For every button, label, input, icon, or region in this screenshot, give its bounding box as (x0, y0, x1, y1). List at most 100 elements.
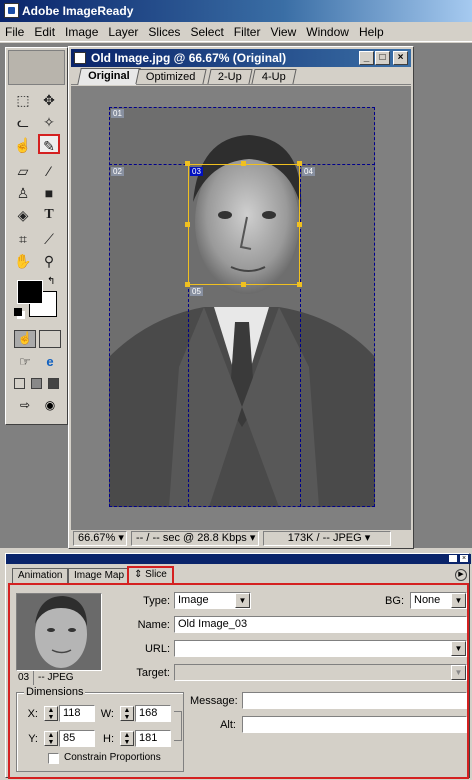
download-time-dropdown[interactable]: -- / -- sec @ 28.8 Kbps ▾ (131, 531, 259, 546)
constrain-proportions-checkbox[interactable] (48, 753, 59, 764)
bg-dropdown[interactable]: None ▼ (410, 592, 467, 609)
canvas-area: 01 02 03 04 05 (71, 86, 411, 530)
menu-slices[interactable]: Slices (143, 22, 185, 42)
rectangle-icon[interactable]: ■ (38, 183, 60, 203)
slice-handle[interactable] (297, 161, 302, 166)
paintbrush-icon[interactable]: ⁄ (38, 161, 60, 181)
palette-minimize-icon[interactable] (449, 555, 457, 562)
hand-icon[interactable]: ✋ (12, 251, 34, 271)
type-dropdown[interactable]: Image ▼ (174, 592, 251, 609)
y-stepper[interactable]: ▲ ▼ (44, 731, 58, 746)
target-field[interactable]: ▼ (174, 664, 467, 681)
menu-layer[interactable]: Layer (103, 22, 143, 42)
eraser-icon[interactable]: ▱ (12, 161, 34, 181)
x-stepper[interactable]: ▲ ▼ (44, 706, 58, 721)
menu-window[interactable]: Window (301, 22, 354, 42)
url-label: URL: (144, 643, 170, 655)
document-title: Old Image.jpg @ 66.67% (Original) (91, 51, 287, 65)
imageready-logo-icon (4, 3, 19, 18)
alt-field[interactable] (242, 716, 467, 733)
stamp-icon[interactable]: ♙ (12, 183, 34, 203)
h-stepper[interactable]: ▲ ▼ (120, 731, 134, 746)
toolbox: ⬚ ✥ ᓚ ✧ ☝ ✎ ▱ ⁄ ♙ ■ ◈ T ⌗ ⟋ ✋ ⚲ ↰ ☝ ☞ e … (5, 47, 68, 425)
close-button[interactable]: × (393, 51, 408, 65)
zoom-level-dropdown[interactable]: 66.67% ▾ (73, 531, 127, 546)
menu-file[interactable]: File (0, 22, 29, 42)
slice-panel: 03 -- JPEG Type: Image ▼ BG: None ▼ Name: … (8, 583, 469, 779)
photo-canvas[interactable]: 01 02 03 04 05 (109, 107, 375, 507)
screen-mode-full-menu-icon[interactable] (31, 378, 42, 389)
slice-label-01: 01 (111, 109, 124, 118)
palette-close-icon[interactable]: × (460, 555, 468, 562)
standard-mode-icon[interactable]: ☝ (14, 330, 36, 348)
selected-slice[interactable] (188, 164, 300, 285)
menu-edit[interactable]: Edit (29, 22, 60, 42)
slice-handle[interactable] (297, 222, 302, 227)
crop-icon[interactable]: ⌗ (12, 229, 34, 249)
quick-mode-icon[interactable] (39, 330, 61, 348)
menu-filter[interactable]: Filter (229, 22, 266, 42)
link-proportions-icon (174, 711, 182, 741)
slice-label-02: 02 (111, 167, 124, 176)
default-colors-icon[interactable] (14, 308, 22, 316)
tab-image-map[interactable]: Image Map (68, 568, 131, 584)
slice-handle[interactable] (241, 282, 246, 287)
w-stepper[interactable]: ▲ ▼ (120, 706, 134, 721)
message-field[interactable] (242, 692, 467, 709)
foreground-color-swatch[interactable] (17, 280, 43, 304)
slice-handle[interactable] (185, 222, 190, 227)
tab-optimized[interactable]: Optimized (135, 69, 207, 84)
magic-wand-icon[interactable]: ✧ (38, 112, 60, 132)
w-field[interactable]: 168 (135, 705, 171, 722)
tab-2-up[interactable]: 2-Up (207, 69, 253, 84)
chevron-down-icon: ▼ (451, 665, 466, 680)
minimize-button[interactable]: _ (359, 51, 374, 65)
tab-slice[interactable]: ⇕ Slice (127, 566, 174, 584)
menu-view[interactable]: View (265, 22, 301, 42)
slice-icon[interactable]: ✎ (38, 134, 60, 154)
maximize-button[interactable]: □ (375, 51, 390, 65)
slice-select-icon[interactable]: ☝ (12, 135, 34, 155)
move-icon[interactable]: ✥ (38, 90, 60, 110)
name-field[interactable]: Old Image_03 (174, 616, 467, 633)
w-label: W: (100, 708, 114, 720)
tab-4-up[interactable]: 4-Up (251, 69, 297, 84)
paint-bucket-icon[interactable]: ◈ (12, 205, 34, 225)
toggle-slices-icon[interactable]: ◉ (39, 398, 61, 416)
image-map-select-icon[interactable]: ☞ (14, 354, 36, 372)
url-field[interactable]: ▼ (174, 640, 467, 657)
y-field[interactable]: 85 (59, 730, 95, 747)
target-label: Target: (136, 667, 170, 679)
type-icon[interactable]: T (38, 205, 60, 225)
swap-colors-icon[interactable]: ↰ (47, 276, 55, 287)
lasso-icon[interactable]: ᓚ (12, 112, 34, 132)
tab-animation[interactable]: Animation (12, 568, 69, 584)
zoom-icon[interactable]: ⚲ (38, 251, 60, 271)
screen-mode-full-icon[interactable] (48, 378, 59, 389)
menu-image[interactable]: Image (60, 22, 103, 42)
h-label: H: (103, 733, 114, 745)
tab-original[interactable]: Original (77, 68, 141, 85)
preview-in-browser-icon[interactable]: e (39, 354, 61, 372)
slice-label-05: 05 (190, 287, 203, 296)
y-label: Y: (28, 733, 38, 745)
palette-menu-icon[interactable]: ▶ (455, 569, 467, 581)
eyedropper-icon[interactable]: ⟋ (38, 229, 60, 249)
slice-label-03: 03 (190, 167, 203, 176)
screen-mode-standard-icon[interactable] (14, 378, 25, 389)
file-size-dropdown[interactable]: 173K / -- JPEG ▾ (263, 531, 391, 546)
slice-thumbnail-image (17, 594, 101, 670)
menu-select[interactable]: Select (185, 22, 228, 42)
slice-palette: × Animation Image Map ⇕ Slice ▶ 03 -- JP… (5, 553, 471, 779)
chevron-down-icon: ▼ (235, 593, 250, 608)
h-field[interactable]: 181 (135, 730, 171, 747)
x-field[interactable]: 118 (59, 705, 95, 722)
alt-label: Alt: (220, 719, 236, 731)
thumbnail-slice-id: 03 (16, 671, 34, 685)
slice-handle[interactable] (241, 161, 246, 166)
jump-to-photoshop-icon[interactable]: ⇨ (14, 398, 36, 416)
slice-handle[interactable] (297, 282, 302, 287)
marquee-icon[interactable]: ⬚ (12, 90, 34, 110)
slice-handle[interactable] (185, 161, 190, 166)
menu-help[interactable]: Help (354, 22, 389, 42)
